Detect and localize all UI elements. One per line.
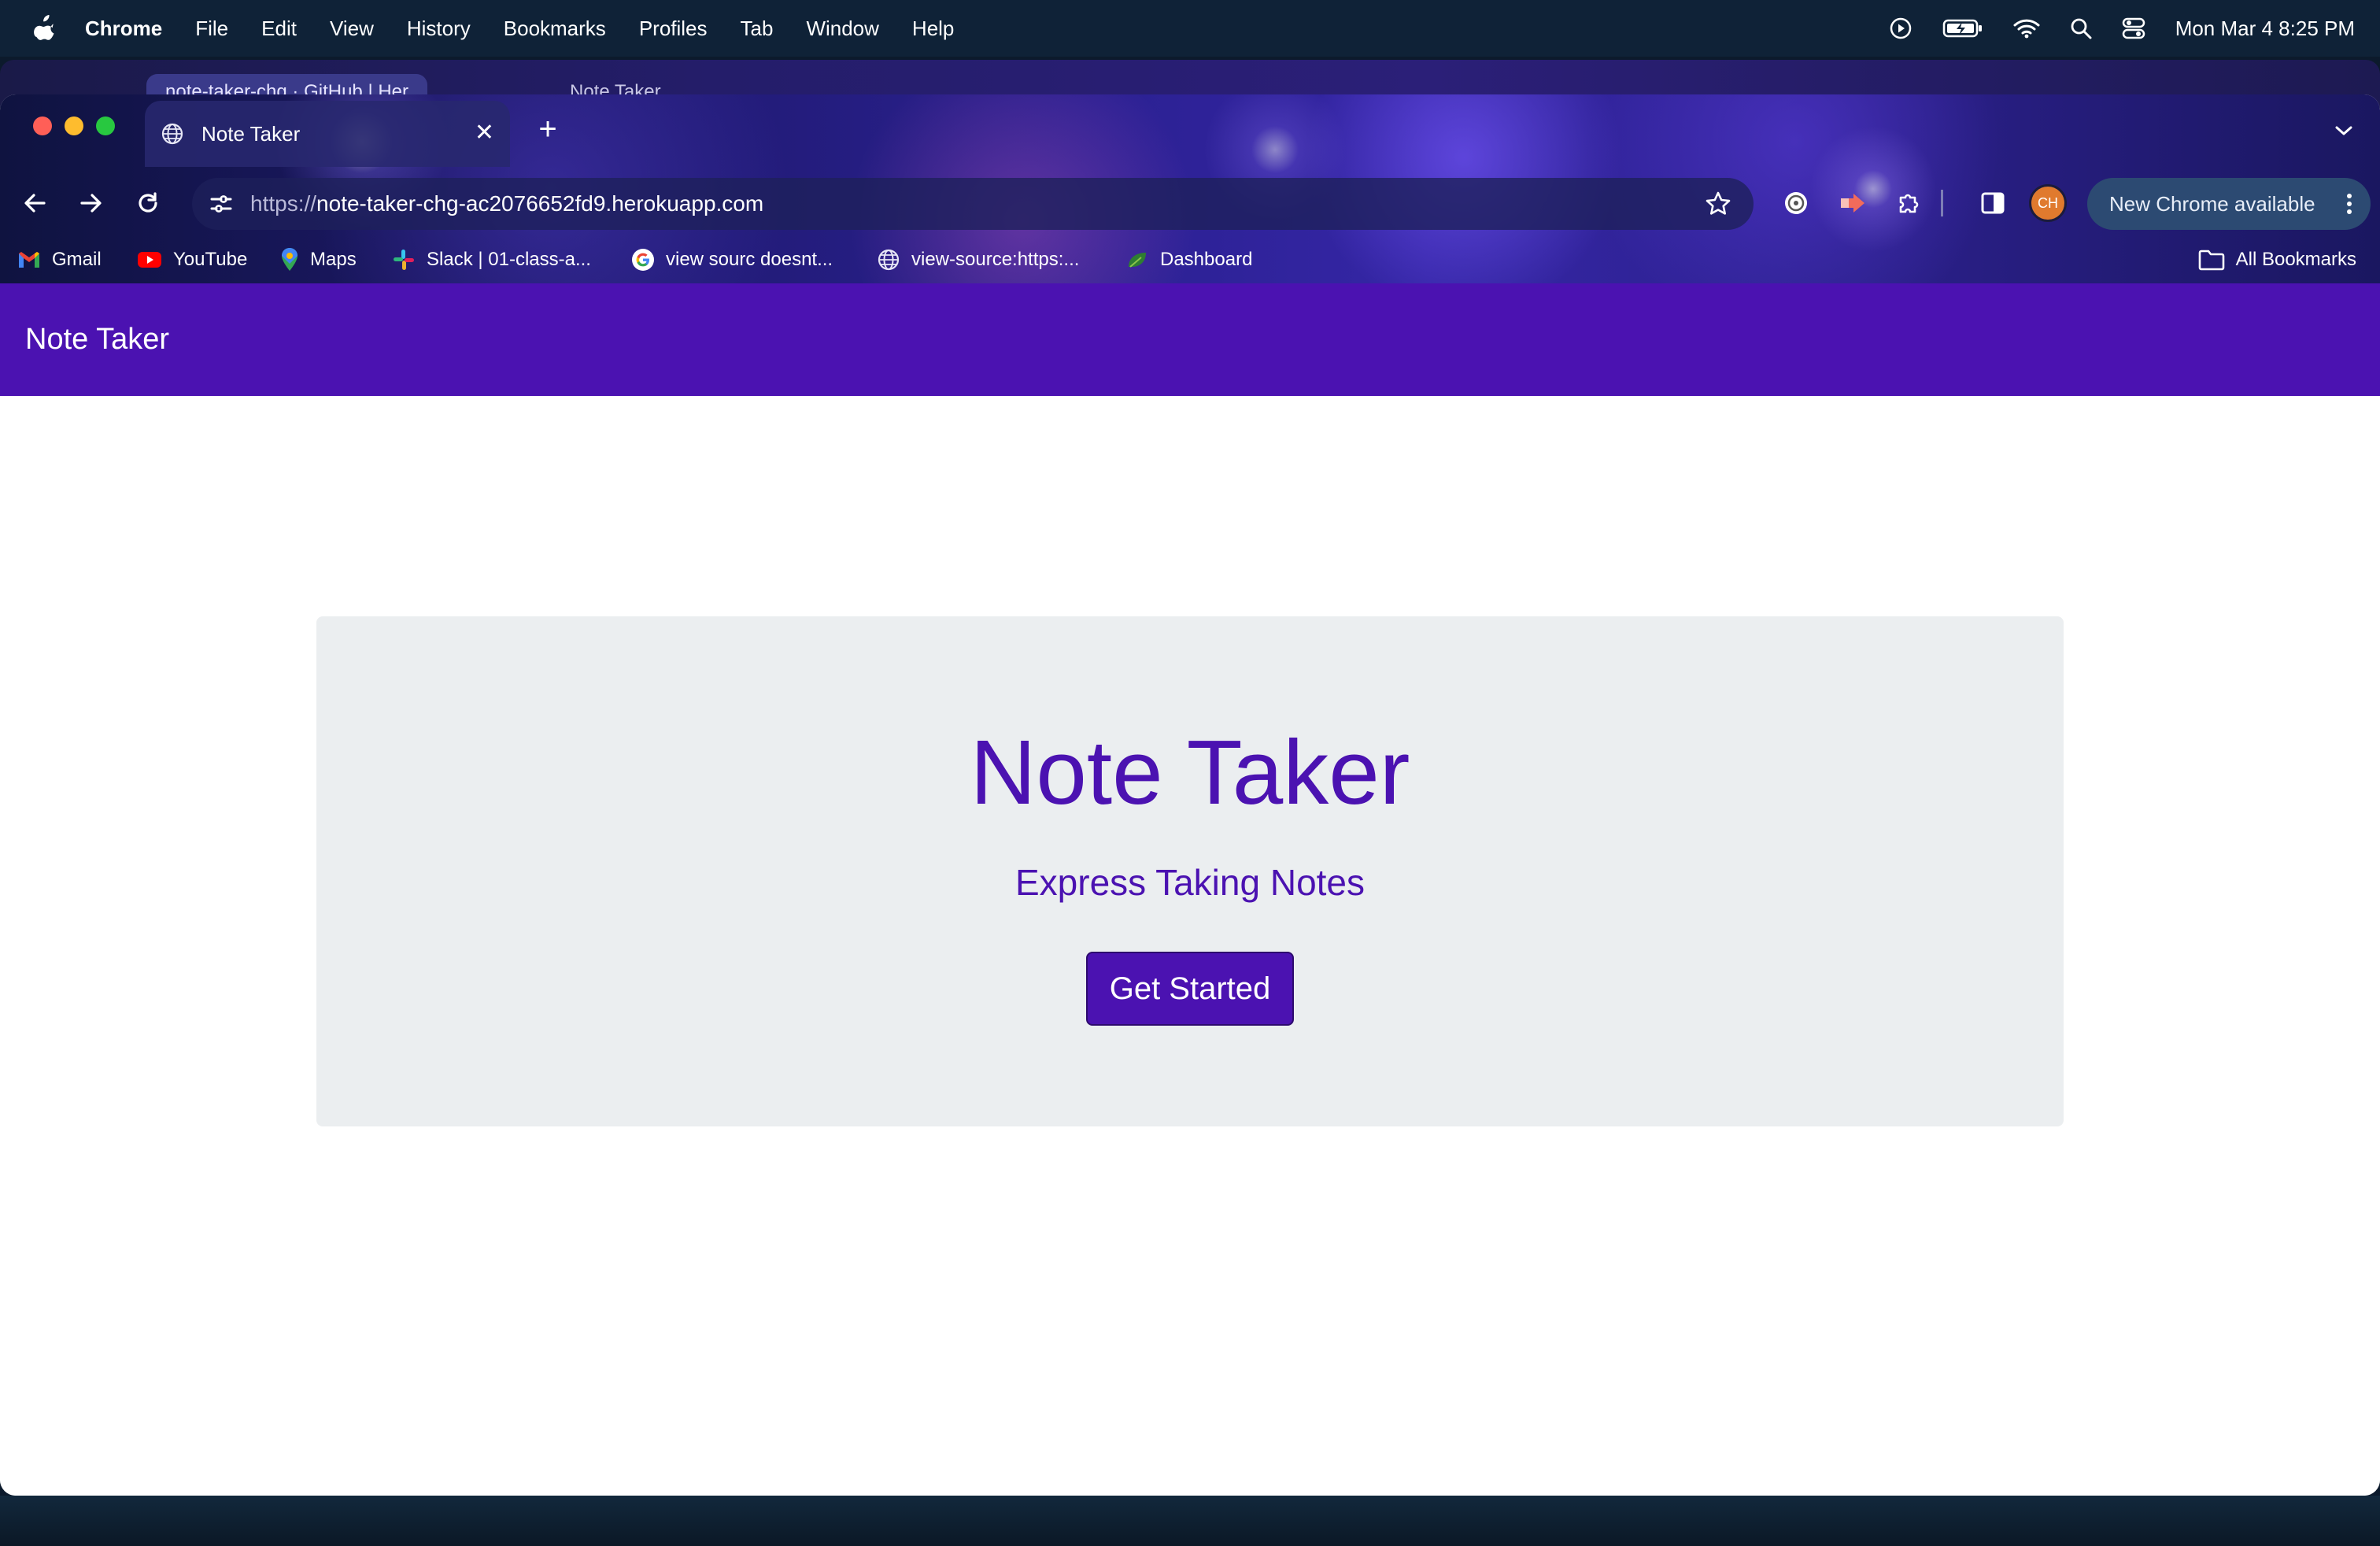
tab-search-chevron-icon[interactable] — [2328, 115, 2360, 146]
menu-app-chrome[interactable]: Chrome — [85, 17, 162, 41]
bookmark-view-source-google[interactable]: view sourc doesnt... — [631, 244, 833, 276]
more-menu-icon[interactable] — [2345, 192, 2353, 216]
battery-icon[interactable] — [1942, 18, 1983, 39]
menu-edit[interactable]: Edit — [261, 17, 297, 41]
update-chrome-label: New Chrome available — [2109, 191, 2315, 216]
minimize-window-icon[interactable] — [65, 117, 83, 135]
site-settings-icon[interactable] — [209, 193, 233, 215]
macos-menubar: Chrome File Edit View History Bookmarks … — [0, 0, 2380, 57]
reload-icon[interactable] — [129, 184, 167, 222]
now-playing-icon[interactable] — [1889, 17, 1913, 40]
wifi-icon[interactable] — [2013, 18, 2040, 39]
desktop-wallpaper — [0, 1496, 2380, 1546]
globe-icon — [877, 248, 900, 272]
bookmark-view-source[interactable]: view-source:https:... — [877, 244, 1079, 276]
leaf-icon — [1125, 250, 1149, 270]
extensions-puzzle-icon[interactable] — [1890, 184, 1928, 222]
url-scheme: https:// — [250, 191, 317, 216]
gmail-icon — [17, 250, 41, 269]
apple-icon[interactable] — [31, 14, 57, 43]
bookmark-star-icon[interactable] — [1705, 190, 1731, 217]
youtube-icon — [137, 250, 162, 269]
zoom-window-icon[interactable] — [96, 117, 115, 135]
window-controls — [33, 117, 128, 135]
hero-jumbotron: Note Taker Express Taking Notes Get Star… — [316, 616, 2064, 1126]
get-started-button[interactable]: Get Started — [1086, 952, 1294, 1026]
menu-profiles[interactable]: Profiles — [639, 17, 708, 41]
menu-view[interactable]: View — [330, 17, 374, 41]
menubar-clock[interactable]: Mon Mar 4 8:25 PM — [2175, 17, 2355, 41]
url-host: note-taker-chg-ac2076652fd9.herokuapp.co… — [316, 191, 764, 216]
site-navbar: Note Taker — [0, 283, 2380, 396]
extension-arrow-icon[interactable] — [1834, 184, 1872, 222]
bookmark-dashboard[interactable]: Dashboard — [1125, 244, 1252, 276]
menubar-status-area: Mon Mar 4 8:25 PM — [1859, 0, 2355, 57]
bookmark-dashboard-label: Dashboard — [1160, 249, 1253, 270]
navbar-brand[interactable]: Note Taker — [25, 323, 169, 357]
slack-icon — [392, 248, 416, 272]
toolbar-divider — [1939, 184, 1946, 222]
back-arrow-icon[interactable] — [16, 184, 54, 222]
new-tab-icon[interactable]: + — [529, 112, 567, 150]
menu-bookmarks[interactable]: Bookmarks — [504, 17, 606, 41]
spotlight-search-icon[interactable] — [2070, 17, 2092, 39]
address-bar-url: https://note-taker-chg-ac2076652fd9.hero… — [250, 191, 763, 216]
google-icon — [631, 248, 655, 272]
bookmark-view-source-google-label: view sourc doesnt... — [666, 249, 833, 270]
hero-title: Note Taker — [970, 721, 1410, 823]
update-chrome-button[interactable]: New Chrome available — [2087, 178, 2371, 230]
all-bookmarks-button[interactable]: All Bookmarks — [2198, 244, 2356, 276]
menu-help[interactable]: Help — [912, 17, 954, 41]
bookmark-view-source-label: view-source:https:... — [911, 249, 1080, 270]
close-tab-icon[interactable]: ✕ — [475, 121, 494, 145]
menu-history[interactable]: History — [407, 17, 471, 41]
menu-window[interactable]: Window — [806, 17, 878, 41]
bookmark-gmail-label: Gmail — [52, 249, 102, 270]
browser-toolbar: https://note-taker-chg-ac2076652fd9.hero… — [0, 170, 2380, 236]
maps-icon — [280, 247, 299, 272]
control-center-icon[interactable] — [2122, 17, 2145, 39]
bookmark-youtube-label: YouTube — [173, 249, 248, 270]
bookmarks-bar: Gmail YouTube Maps Slack | 01-class-a... — [0, 236, 2380, 283]
bookmark-maps-label: Maps — [310, 249, 357, 270]
side-panel-icon[interactable] — [1974, 184, 2012, 222]
profile-avatar[interactable]: CH — [2029, 184, 2067, 222]
bookmark-maps[interactable]: Maps — [280, 244, 357, 276]
menu-file[interactable]: File — [195, 17, 228, 41]
tab-note-taker[interactable]: Note Taker ✕ — [145, 101, 510, 167]
all-bookmarks-label: All Bookmarks — [2235, 249, 2356, 270]
extension-circle-icon[interactable] — [1777, 184, 1815, 222]
close-window-icon[interactable] — [33, 117, 52, 135]
bookmark-slack-label: Slack | 01-class-a... — [427, 249, 591, 270]
forward-arrow-icon[interactable] — [72, 184, 110, 222]
browser-chrome: Note Taker ✕ + https://note-taker-chg-ac… — [0, 94, 2380, 283]
bookmark-slack[interactable]: Slack | 01-class-a... — [392, 244, 591, 276]
bookmark-gmail[interactable]: Gmail — [17, 244, 102, 276]
folder-icon — [2198, 249, 2225, 271]
tab-title: Note Taker — [201, 121, 301, 146]
hero-subtitle: Express Taking Notes — [1014, 862, 1366, 903]
globe-icon — [161, 122, 184, 146]
address-bar[interactable]: https://note-taker-chg-ac2076652fd9.hero… — [192, 178, 1754, 230]
browser-window: Note Taker ✕ + https://note-taker-chg-ac… — [0, 94, 2380, 1496]
menu-tab[interactable]: Tab — [741, 17, 774, 41]
bookmark-youtube[interactable]: YouTube — [137, 244, 247, 276]
web-page: Note Taker Note Taker Express Taking Not… — [0, 283, 2380, 1496]
